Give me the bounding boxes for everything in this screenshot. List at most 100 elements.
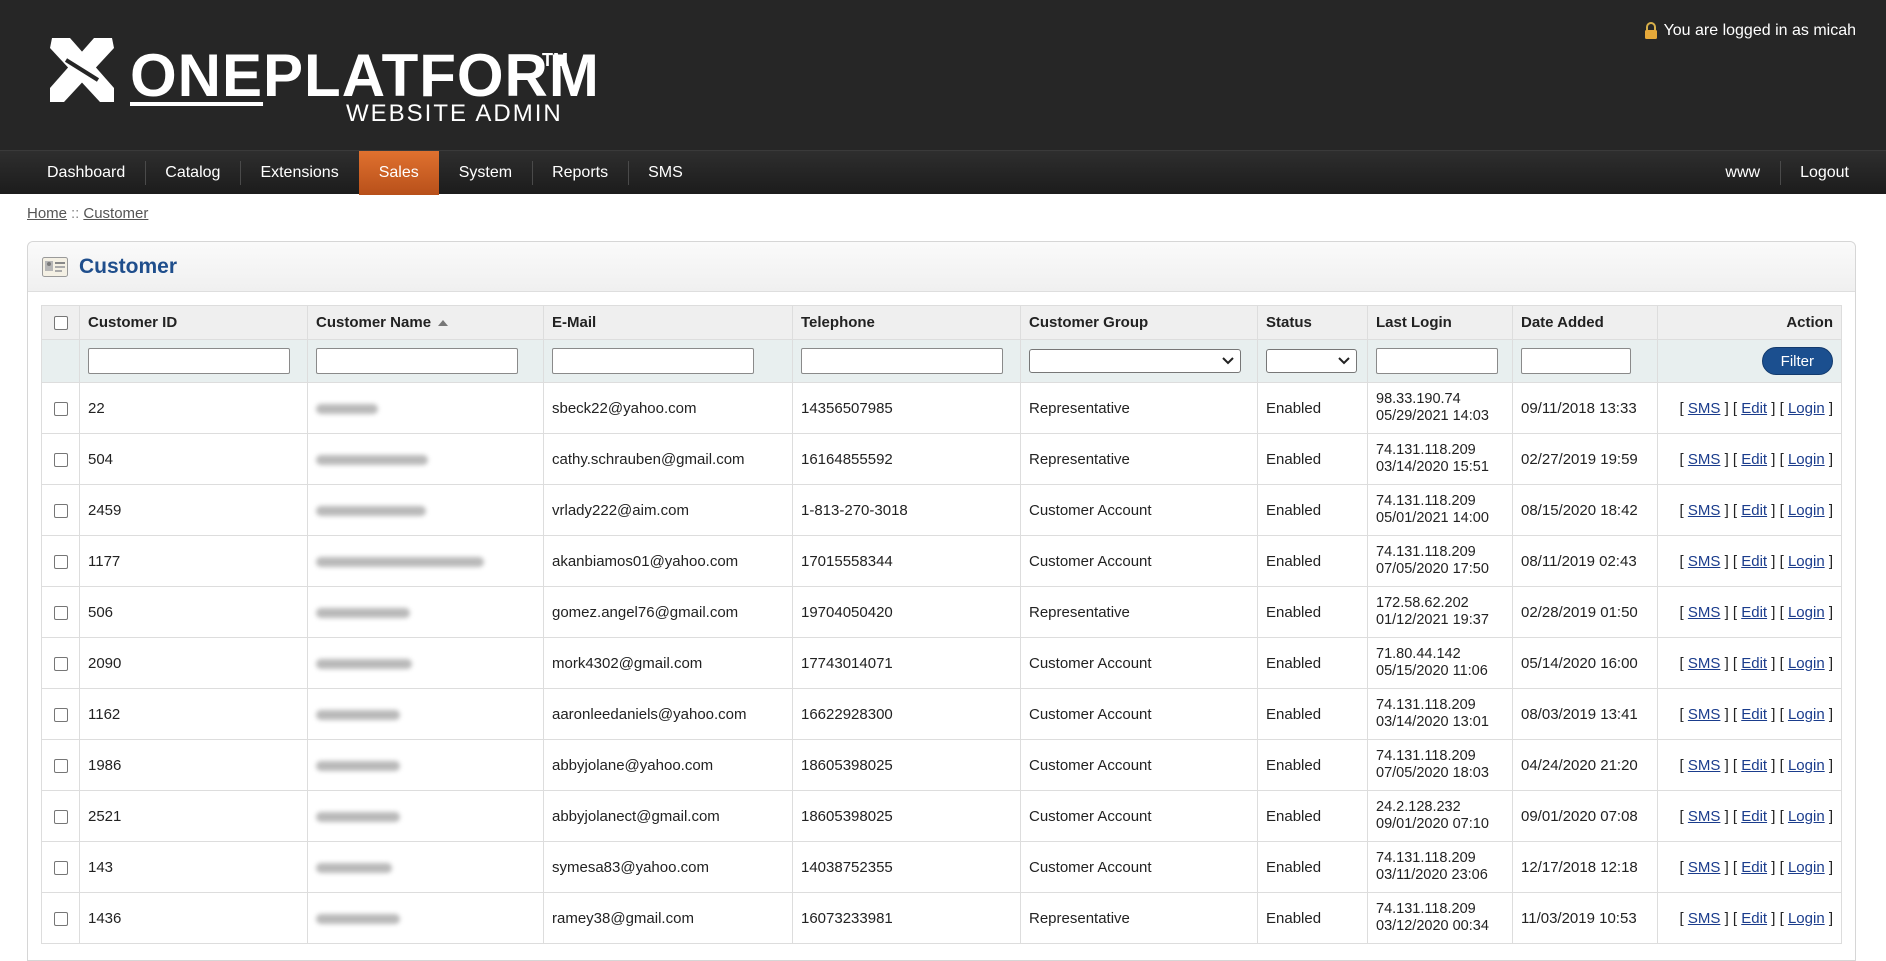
col-customer-name[interactable]: Customer Name [307, 305, 544, 340]
edit-link[interactable]: Edit [1741, 910, 1767, 927]
logo[interactable]: ONEPLATFORM TM WEBSITE ADMIN [42, 30, 602, 130]
filter-date-added-input[interactable] [1521, 348, 1631, 374]
cell-date-added: 08/11/2019 02:43 [1512, 535, 1658, 587]
cell-status: Enabled [1257, 688, 1368, 740]
edit-link[interactable]: Edit [1741, 859, 1767, 876]
nav-item-www[interactable]: www [1705, 151, 1780, 195]
breadcrumb-customer[interactable]: Customer [83, 205, 148, 222]
col-telephone[interactable]: Telephone [792, 305, 1021, 340]
sms-link[interactable]: SMS [1688, 706, 1721, 723]
login-link[interactable]: Login [1788, 604, 1825, 621]
row-checkbox[interactable] [53, 605, 68, 620]
row-checkbox[interactable] [53, 707, 68, 722]
col-status[interactable]: Status [1257, 305, 1368, 340]
sms-link[interactable]: SMS [1688, 655, 1721, 672]
login-link[interactable]: Login [1788, 451, 1825, 468]
edit-link[interactable]: Edit [1741, 604, 1767, 621]
sms-link[interactable]: SMS [1688, 910, 1721, 927]
cell-email: akanbiamos01@yahoo.com [543, 535, 793, 587]
login-link[interactable]: Login [1788, 706, 1825, 723]
sms-link[interactable]: SMS [1688, 757, 1721, 774]
filter-last-login-input[interactable] [1376, 348, 1498, 374]
col-last-login[interactable]: Last Login [1367, 305, 1513, 340]
last-login-ip: 74.131.118.209 [1376, 850, 1476, 866]
filter-customer-group-select[interactable] [1029, 349, 1241, 373]
filter-customer-name-input[interactable] [316, 348, 518, 374]
cell-date-added: 12/17/2018 12:18 [1512, 841, 1658, 893]
edit-link[interactable]: Edit [1741, 553, 1767, 570]
cell-customer-group: Customer Account [1020, 790, 1258, 842]
last-login-time: 05/01/2021 14:00 [1376, 510, 1489, 526]
row-checkbox[interactable] [53, 911, 68, 926]
sms-link[interactable]: SMS [1688, 451, 1721, 468]
row-checkbox[interactable] [53, 758, 68, 773]
nav-item-logout[interactable]: Logout [1780, 151, 1869, 195]
nav-item-dashboard[interactable]: Dashboard [27, 151, 145, 195]
edit-link[interactable]: Edit [1741, 808, 1767, 825]
filter-status-select[interactable] [1266, 349, 1357, 373]
cell-status: Enabled [1257, 841, 1368, 893]
login-link[interactable]: Login [1788, 502, 1825, 519]
cell-status: Enabled [1257, 535, 1368, 587]
cell-email: aaronleedaniels@yahoo.com [543, 688, 793, 740]
filter-button[interactable]: Filter [1761, 347, 1833, 375]
sms-link[interactable]: SMS [1688, 604, 1721, 621]
edit-link[interactable]: Edit [1741, 400, 1767, 417]
sms-link[interactable]: SMS [1688, 502, 1721, 519]
edit-link[interactable]: Edit [1741, 655, 1767, 672]
col-email[interactable]: E-Mail [543, 305, 793, 340]
row-checkbox[interactable] [53, 452, 68, 467]
row-checkbox[interactable] [53, 809, 68, 824]
login-link[interactable]: Login [1788, 859, 1825, 876]
breadcrumb-home[interactable]: Home [27, 205, 67, 222]
row-checkbox[interactable] [53, 656, 68, 671]
sms-link[interactable]: SMS [1688, 400, 1721, 417]
edit-link[interactable]: Edit [1741, 706, 1767, 723]
last-login-ip: 74.131.118.209 [1376, 442, 1476, 458]
cell-customer-id: 1986 [79, 739, 308, 791]
edit-link[interactable]: Edit [1741, 451, 1767, 468]
login-link[interactable]: Login [1788, 808, 1825, 825]
filter-customer-id-input[interactable] [88, 348, 290, 374]
col-customer-id[interactable]: Customer ID [79, 305, 308, 340]
nav-item-catalog[interactable]: Catalog [145, 151, 240, 195]
col-customer-group[interactable]: Customer Group [1020, 305, 1258, 340]
cell-date-added: 11/03/2019 10:53 [1512, 892, 1658, 944]
edit-link[interactable]: Edit [1741, 502, 1767, 519]
customer-card-icon [42, 257, 68, 277]
edit-link[interactable]: Edit [1741, 757, 1767, 774]
cell-action: [ SMS ] [ Edit ] [ Login ] [1657, 892, 1842, 944]
cell-date-added: 05/14/2020 16:00 [1512, 637, 1658, 689]
nav-item-sales[interactable]: Sales [358, 151, 439, 195]
cell-telephone: 17743014071 [792, 637, 1021, 689]
row-checkbox[interactable] [53, 554, 68, 569]
row-select-cell [41, 586, 80, 638]
nav-item-system[interactable]: System [439, 151, 532, 195]
nav-item-sms[interactable]: SMS [628, 151, 703, 195]
sms-link[interactable]: SMS [1688, 859, 1721, 876]
nav-item-extensions[interactable]: Extensions [240, 151, 358, 195]
login-link[interactable]: Login [1788, 757, 1825, 774]
sms-link[interactable]: SMS [1688, 553, 1721, 570]
sms-link[interactable]: SMS [1688, 808, 1721, 825]
cell-date-added: 02/27/2019 19:59 [1512, 433, 1658, 485]
filter-telephone-input[interactable] [801, 348, 1003, 374]
cell-email: ramey38@gmail.com [543, 892, 793, 944]
login-link[interactable]: Login [1788, 553, 1825, 570]
col-date-added[interactable]: Date Added [1512, 305, 1658, 340]
login-link[interactable]: Login [1788, 910, 1825, 927]
nav-right: www Logout [1705, 151, 1869, 195]
cell-last-login: 98.33.190.74 05/29/2021 14:03 [1367, 382, 1513, 434]
select-all-checkbox[interactable] [53, 316, 68, 331]
row-checkbox[interactable] [53, 503, 68, 518]
filter-email-input[interactable] [552, 348, 754, 374]
row-checkbox[interactable] [53, 860, 68, 875]
cell-action: [ SMS ] [ Edit ] [ Login ] [1657, 586, 1842, 638]
row-checkbox[interactable] [53, 401, 68, 416]
last-login-time: 03/14/2020 15:51 [1376, 459, 1489, 475]
login-link[interactable]: Login [1788, 655, 1825, 672]
cell-last-login: 74.131.118.209 03/12/2020 00:34 [1367, 892, 1513, 944]
redacted-name [316, 556, 484, 567]
nav-item-reports[interactable]: Reports [532, 151, 628, 195]
login-link[interactable]: Login [1788, 400, 1825, 417]
